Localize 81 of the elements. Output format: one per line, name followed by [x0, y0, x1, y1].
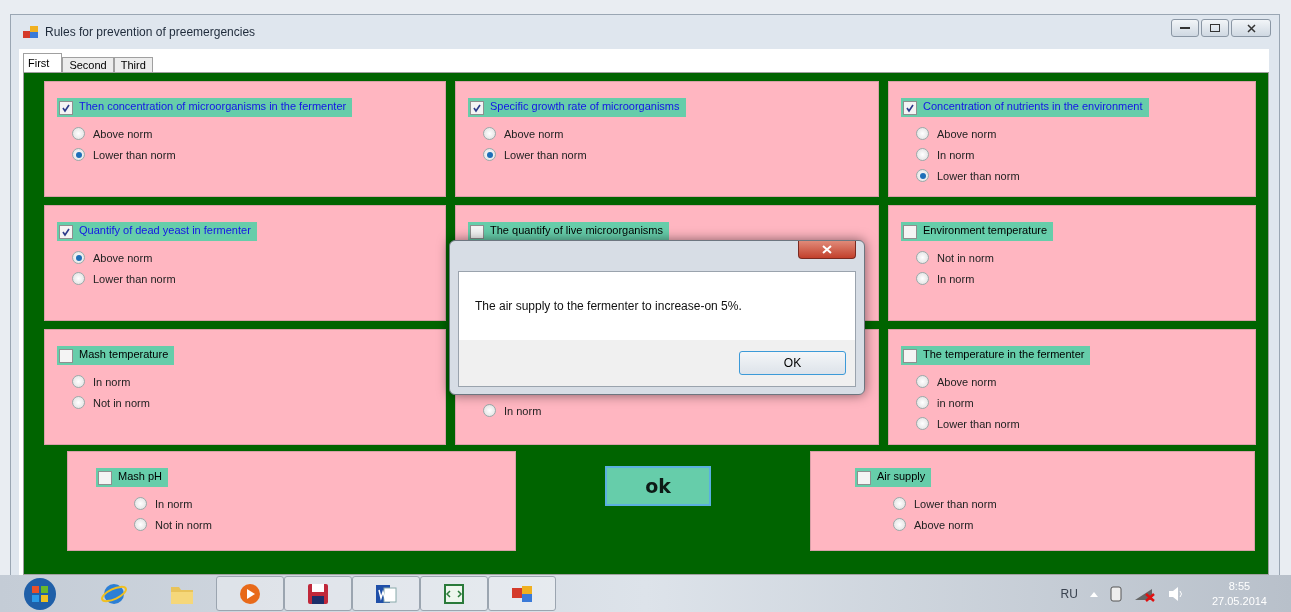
ok-button[interactable]: ok: [605, 466, 711, 506]
option-label: Above norm: [937, 127, 997, 140]
minimize-icon: [1180, 26, 1190, 30]
radio-button[interactable]: [72, 251, 85, 264]
option-label: Not in norm: [155, 518, 212, 531]
close-button[interactable]: [1231, 19, 1271, 37]
option-label: Lower than norm: [914, 497, 997, 510]
radio-button[interactable]: [916, 148, 929, 161]
play-icon[interactable]: [240, 583, 260, 604]
radio-button[interactable]: [72, 272, 85, 285]
checkmark-icon: [905, 103, 915, 113]
checkbox[interactable]: Concentration of nutrients in the environment: [901, 98, 1149, 117]
radio-button[interactable]: [893, 497, 906, 510]
option-label: Lower than norm: [937, 417, 1020, 430]
radio-button[interactable]: [483, 148, 496, 161]
option-label: In norm: [155, 497, 193, 510]
checkbox[interactable]: Environment temperature: [901, 222, 1054, 241]
option-label: Above norm: [93, 251, 153, 264]
checkmark-icon: [61, 103, 71, 113]
radio-button[interactable]: [134, 518, 147, 531]
option-label: Above norm: [93, 127, 153, 140]
tab[interactable]: Third: [113, 57, 153, 72]
folder-icon[interactable]: [171, 586, 193, 604]
language-indicator[interactable]: RU: [1060, 586, 1078, 601]
checkbox[interactable]: Quantify of dead yeast in fermenter: [57, 222, 257, 241]
option-label: In norm: [504, 404, 542, 417]
option-label: Lower than norm: [504, 148, 587, 161]
document-icon[interactable]: [376, 584, 397, 603]
app-icon: [23, 25, 39, 39]
checkbox[interactable]: Then concentration of microorganisms in the fermenter: [57, 98, 353, 117]
checkbox[interactable]: Air supply: [855, 468, 932, 487]
close-icon: [822, 245, 832, 254]
option-label: Lower than norm: [93, 148, 176, 161]
option-label: Above norm: [937, 375, 997, 388]
option-label: In norm: [93, 375, 131, 388]
radio-button[interactable]: [134, 497, 147, 510]
radio-button[interactable]: [916, 375, 929, 388]
radio-button[interactable]: [893, 518, 906, 531]
checkbox[interactable]: Mash temperature: [57, 346, 175, 365]
start-button[interactable]: [22, 575, 58, 612]
close-icon: [1246, 23, 1256, 33]
option-label: Lower than norm: [937, 169, 1020, 182]
window-title: Rules for prevention of preemergencies: [45, 25, 256, 39]
option-label: Above norm: [504, 127, 564, 140]
option-label: Not in norm: [93, 396, 150, 409]
minimize-button[interactable]: [1171, 19, 1199, 37]
radio-button[interactable]: [916, 417, 929, 430]
caret-up-icon[interactable]: [1089, 590, 1098, 597]
tab[interactable]: First: [23, 53, 63, 72]
checkbox[interactable]: The temperature in the fermenter: [901, 346, 1091, 365]
radio-button[interactable]: [916, 127, 929, 140]
close-button[interactable]: [798, 241, 856, 259]
maximize-icon: [1210, 24, 1220, 32]
radio-button[interactable]: [916, 272, 929, 285]
option-label: Not in norm: [937, 251, 994, 264]
option-label: Above norm: [914, 518, 974, 531]
option-label: In norm: [937, 148, 975, 161]
radio-button[interactable]: [916, 251, 929, 264]
window-app-icon[interactable]: [512, 585, 532, 602]
option-label: in norm: [937, 396, 974, 409]
device-icon[interactable]: [1109, 585, 1122, 602]
option-label: Lower than norm: [93, 272, 176, 285]
radio-button[interactable]: [72, 375, 85, 388]
message-text: The air supply to the fermenter to increase-on 5%.: [475, 299, 742, 313]
radio-button[interactable]: [72, 148, 85, 161]
radio-button[interactable]: [72, 127, 85, 140]
maximize-button[interactable]: [1201, 19, 1229, 37]
globe-icon[interactable]: [101, 583, 127, 604]
radio-button[interactable]: [483, 404, 496, 417]
checkbox[interactable]: Specific growth rate of microorganisms: [468, 98, 686, 117]
code-file-icon[interactable]: [444, 583, 464, 604]
radio-button[interactable]: [72, 396, 85, 409]
radio-button[interactable]: [916, 169, 929, 182]
radio-button[interactable]: [916, 396, 929, 409]
radio-button[interactable]: [483, 127, 496, 140]
tab[interactable]: Second: [62, 57, 114, 72]
ok-button[interactable]: OK: [739, 351, 846, 375]
checkmark-icon: [472, 103, 482, 113]
checkbox[interactable]: Mash pH: [96, 468, 169, 487]
checkmark-icon: [61, 227, 71, 237]
option-label: In norm: [937, 272, 975, 285]
